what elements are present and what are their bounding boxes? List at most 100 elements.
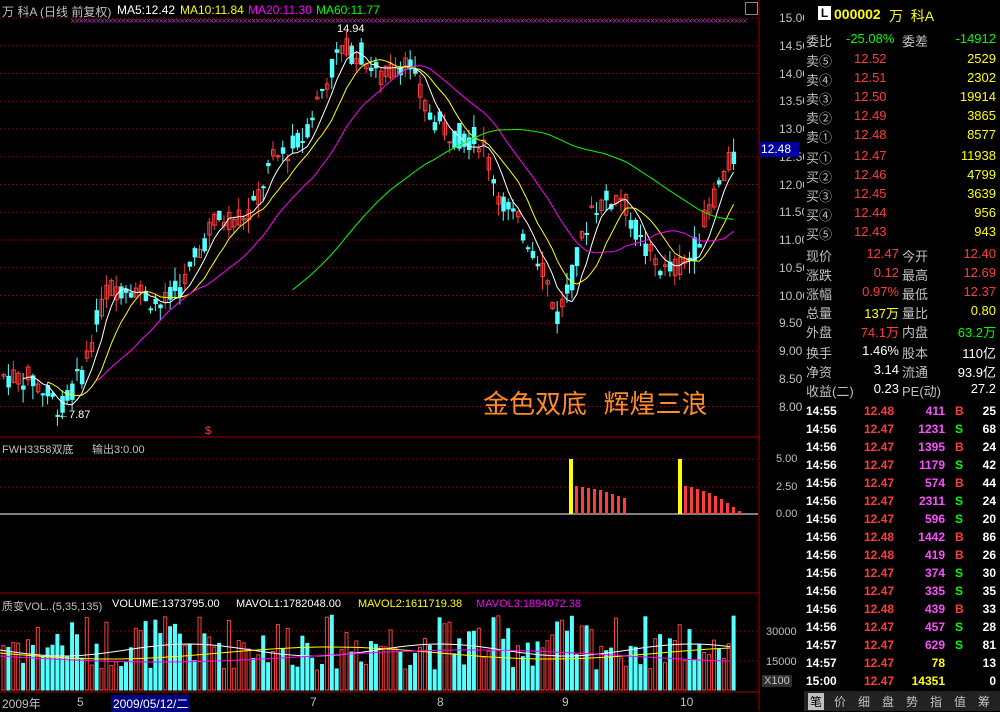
volume-bar [540, 647, 545, 691]
quote-tab[interactable]: 筹 [976, 693, 992, 710]
volume-bar [447, 621, 452, 691]
volume-bar [643, 616, 648, 691]
volume-bar [246, 648, 251, 691]
tick-volume: 411 [925, 404, 945, 418]
volume-bar [344, 632, 349, 691]
order-label: 买① [806, 151, 833, 166]
tick-row[interactable]: 14:56 12.47 2311 S 24 [804, 492, 1000, 510]
indicator-bar [599, 490, 602, 514]
stat-label: 最低 [902, 287, 929, 302]
candle-body [202, 238, 207, 252]
volume-bar [349, 651, 354, 691]
volume-bar [187, 643, 192, 691]
weibi-label: 委比 [806, 34, 833, 49]
order-price: 12.48 [854, 127, 887, 142]
candle-body [79, 370, 85, 385]
stat-label: 现价 [806, 249, 833, 264]
stat-value: 110亿 [962, 346, 996, 361]
tick-time: 14:56 [806, 548, 837, 562]
volume-bar [432, 669, 437, 691]
volume-bar [217, 642, 222, 691]
order-price: 12.45 [854, 186, 887, 201]
order-price: 12.46 [854, 167, 887, 182]
tick-time: 14:55 [806, 404, 837, 418]
stat-row: 收益(二) 0.23 PE(动) 27.2 [804, 380, 1000, 399]
stat-label: PE(动) [902, 384, 942, 399]
candle-body [643, 243, 648, 256]
volume-bar [26, 639, 30, 691]
tick-row[interactable]: 14:56 12.47 374 S 30 [804, 564, 1000, 582]
tick-row[interactable]: 14:57 12.47 78 13 [804, 654, 1000, 672]
indicator-bar [708, 493, 711, 514]
volume-bar [628, 645, 633, 691]
order-volume: 19914 [959, 89, 996, 104]
tick-time: 14:56 [806, 494, 837, 508]
candle-body [320, 88, 325, 91]
volume-bar [437, 617, 442, 691]
tick-time: 15:00 [806, 674, 837, 688]
tick-row[interactable]: 14:56 12.47 1395 B 24 [804, 438, 1000, 456]
tick-row[interactable]: 14:56 12.47 1231 S 68 [804, 420, 1000, 438]
candle-body [491, 179, 496, 184]
volume-bar [471, 630, 476, 691]
tick-time: 14:56 [806, 530, 837, 544]
volume-bar [422, 637, 427, 691]
candle-body [692, 237, 697, 261]
stat-label: 涨跌 [806, 268, 833, 283]
tick-row[interactable]: 15:00 12.47 14351 0 [804, 672, 1000, 690]
candle-body [300, 141, 305, 144]
candle-body [21, 385, 26, 390]
volume-bar [55, 633, 60, 691]
tick-row[interactable]: 14:56 12.47 335 S 35 [804, 582, 1000, 600]
quote-tab[interactable]: 盘 [880, 693, 896, 710]
indicator-axis-5: 5.00 [776, 453, 798, 465]
candle-body [192, 248, 198, 258]
tick-row[interactable]: 14:56 12.47 596 S 20 [804, 510, 1000, 528]
stat-label: 涨幅 [806, 287, 833, 302]
volume-bar [339, 649, 344, 691]
quote-tab[interactable]: 笔 [808, 693, 825, 710]
volume-bar [364, 663, 369, 691]
tick-row[interactable]: 14:56 12.48 419 B 26 [804, 546, 1000, 564]
volume-title: 质变VOL..(5,35,135) [2, 601, 103, 613]
tick-row[interactable]: 14:56 12.48 1442 B 86 [804, 528, 1000, 546]
quote-tabs: 笔价细盘势指值筹 [804, 691, 1000, 711]
volume-bar [65, 656, 70, 691]
high-annotation: 14.94 [337, 23, 365, 35]
tick-volume: 14351 [911, 674, 945, 688]
tick-row[interactable]: 14:56 12.47 1179 S 42 [804, 456, 1000, 474]
quote-tab[interactable]: 细 [856, 693, 872, 710]
tick-volume: 374 [924, 566, 945, 580]
quote-tab[interactable]: 值 [952, 693, 968, 710]
volume-bar [315, 669, 320, 691]
tick-row[interactable]: 14:56 12.48 439 B 33 [804, 600, 1000, 618]
stat-label: 股本 [902, 346, 929, 361]
volume-bar [182, 645, 187, 691]
candle-body [638, 235, 643, 238]
candle-body [50, 393, 55, 397]
tick-row[interactable]: 14:55 12.48 411 B 25 [804, 402, 1000, 420]
sell-row: 卖① 12.48 8577 [804, 126, 1000, 145]
volume-bar [84, 616, 89, 691]
quote-tab[interactable]: 价 [832, 693, 848, 710]
quote-panel: L 000002 万 科A 委比 -25.08% 委差 -14912 卖⑤ 12.… [804, 0, 1000, 711]
order-volume: 3865 [967, 108, 996, 123]
tick-row[interactable]: 14:57 12.47 629 S 81 [804, 636, 1000, 654]
sell-row: 卖② 12.49 3865 [804, 107, 1000, 126]
stat-row: 外盘 74.1万 内盘 63.2万 [804, 321, 1000, 340]
volume-bar [329, 614, 334, 691]
restore-icon[interactable] [745, 2, 758, 15]
volume-bar [574, 654, 579, 691]
quote-tab[interactable]: 指 [928, 693, 944, 710]
stat-value: 137万 [864, 306, 899, 321]
stat-label: 量比 [902, 306, 929, 321]
tick-row[interactable]: 14:56 12.47 457 S 28 [804, 618, 1000, 636]
date-month-9: 9 [562, 695, 569, 709]
volume-bar [697, 643, 702, 691]
buy-row: 买⑤ 12.43 943 [804, 223, 1000, 242]
tick-row[interactable]: 14:56 12.47 574 B 44 [804, 474, 1000, 492]
quote-tab[interactable]: 势 [904, 693, 920, 710]
tick-count: 25 [982, 404, 996, 418]
tick-price: 12.48 [864, 404, 895, 418]
price-tick: 9.50 [779, 316, 803, 331]
